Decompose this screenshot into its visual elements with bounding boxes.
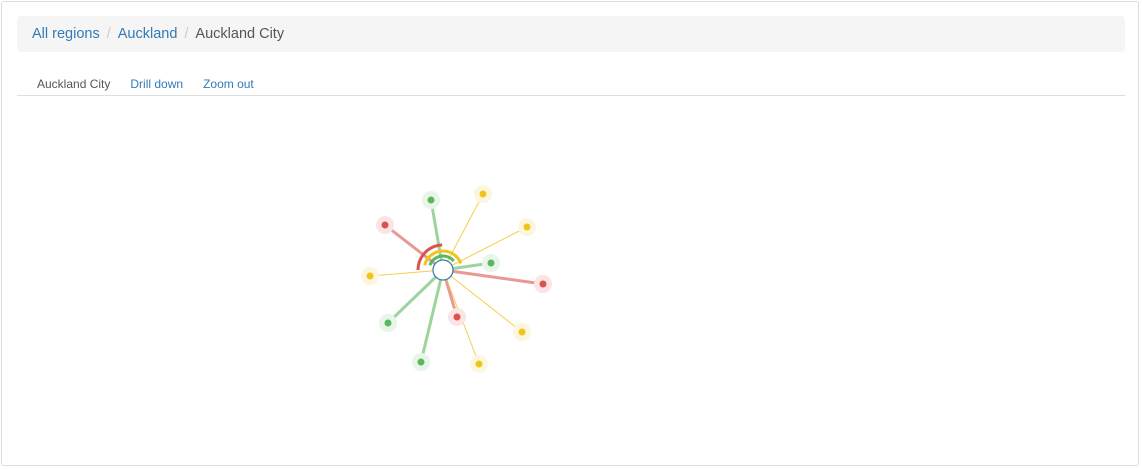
graph-node (539, 280, 547, 288)
graph-node (381, 221, 389, 229)
center-node[interactable] (432, 259, 454, 281)
network-graph (361, 185, 552, 373)
graph-edge (369, 269, 444, 277)
graph-node (453, 313, 461, 321)
graph-node (475, 360, 483, 368)
graph-node (417, 358, 425, 366)
graph-node (518, 328, 526, 336)
graph-edge (419, 268, 445, 364)
graph-node (366, 272, 374, 280)
graph-node (384, 319, 392, 327)
graph-node (487, 259, 495, 267)
graph-node (427, 196, 435, 204)
graph-node (479, 190, 487, 198)
graph-edge (386, 268, 445, 325)
graph-node (523, 223, 531, 231)
